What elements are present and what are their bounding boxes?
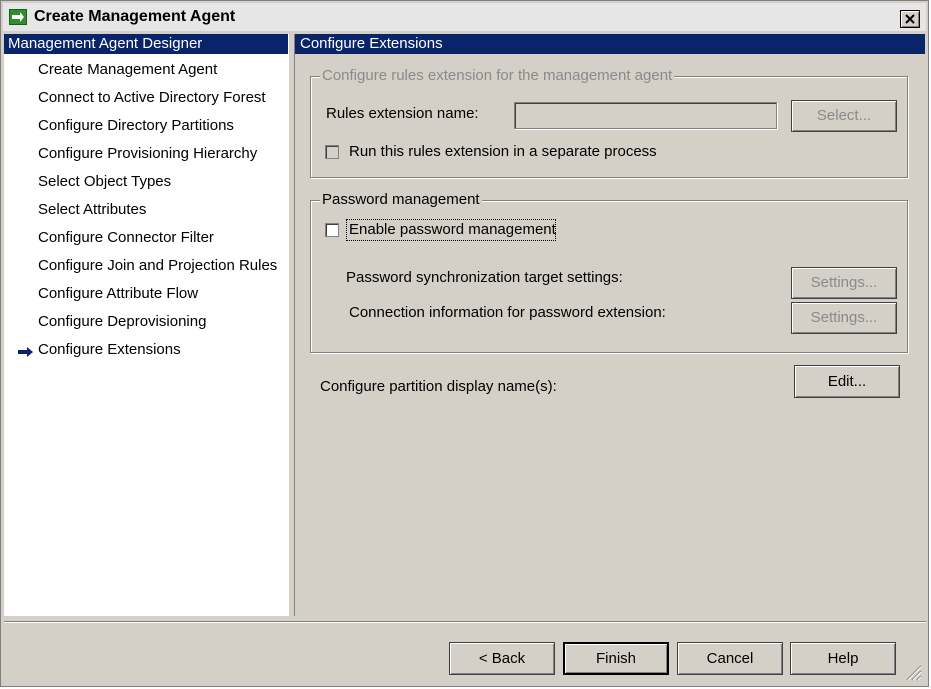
password-sync-target-settings-button[interactable]: Settings... xyxy=(791,267,897,299)
title-bar: Create Management Agent xyxy=(3,3,926,31)
password-extension-connection-label: Connection information for password exte… xyxy=(349,304,666,321)
create-management-agent-dialog: Create Management Agent Management Agent… xyxy=(0,0,929,687)
nav-item-configure-extensions[interactable]: Configure Extensions xyxy=(38,341,181,358)
configure-extensions-pane: Configure Extensions Configure rules ext… xyxy=(294,34,925,616)
separate-process-label: Run this rules extension in a separate p… xyxy=(349,143,657,160)
nav-item-select-object-types[interactable]: Select Object Types xyxy=(38,173,171,190)
help-button[interactable]: Help xyxy=(790,642,896,675)
nav-item-configure-provisioning-hierarchy[interactable]: Configure Provisioning Hierarchy xyxy=(38,145,257,162)
nav-item-select-attributes[interactable]: Select Attributes xyxy=(38,201,146,218)
rules-extension-group-legend: Configure rules extension for the manage… xyxy=(320,67,675,84)
enable-password-management-label[interactable]: Enable password management xyxy=(349,221,556,238)
designer-navigation-pane: Management Agent Designer Create Managem… xyxy=(4,34,289,616)
resize-grip-icon[interactable] xyxy=(904,663,922,681)
nav-item-configure-join-projection-rules[interactable]: Configure Join and Projection Rules xyxy=(38,257,277,274)
cancel-button[interactable]: Cancel xyxy=(677,642,783,675)
back-button[interactable]: < Back xyxy=(449,642,555,675)
enable-password-management-checkbox[interactable] xyxy=(325,223,339,237)
rules-extension-name-label: Rules extension name: xyxy=(326,105,479,122)
close-icon xyxy=(905,14,915,24)
nav-item-configure-directory-partitions[interactable]: Configure Directory Partitions xyxy=(38,117,234,134)
nav-item-connect-to-forest[interactable]: Connect to Active Directory Forest xyxy=(38,89,266,106)
close-button[interactable] xyxy=(900,10,920,28)
nav-item-configure-attribute-flow[interactable]: Configure Attribute Flow xyxy=(38,285,198,302)
partition-display-name-label: Configure partition display name(s): xyxy=(320,378,557,395)
edit-partition-display-names-button[interactable]: Edit... xyxy=(794,365,900,398)
select-rules-extension-button[interactable]: Select... xyxy=(791,100,897,132)
nav-item-configure-connector-filter[interactable]: Configure Connector Filter xyxy=(38,229,214,246)
footer-separator xyxy=(4,621,926,623)
designer-pane-header: Management Agent Designer xyxy=(4,34,288,54)
separate-process-checkbox[interactable] xyxy=(325,145,339,159)
arrow-right-icon xyxy=(18,347,33,357)
window-title: Create Management Agent xyxy=(34,8,236,25)
page-title: Configure Extensions xyxy=(295,34,925,54)
finish-button[interactable]: Finish xyxy=(563,642,669,675)
password-extension-connection-settings-button[interactable]: Settings... xyxy=(791,302,897,334)
nav-item-create-management-agent[interactable]: Create Management Agent xyxy=(38,61,217,78)
nav-item-configure-deprovisioning[interactable]: Configure Deprovisioning xyxy=(38,313,206,330)
password-management-group-legend: Password management xyxy=(320,191,482,208)
rules-extension-name-input[interactable] xyxy=(514,102,777,129)
password-sync-target-label: Password synchronization target settings… xyxy=(346,269,623,286)
management-agent-icon xyxy=(9,9,27,25)
